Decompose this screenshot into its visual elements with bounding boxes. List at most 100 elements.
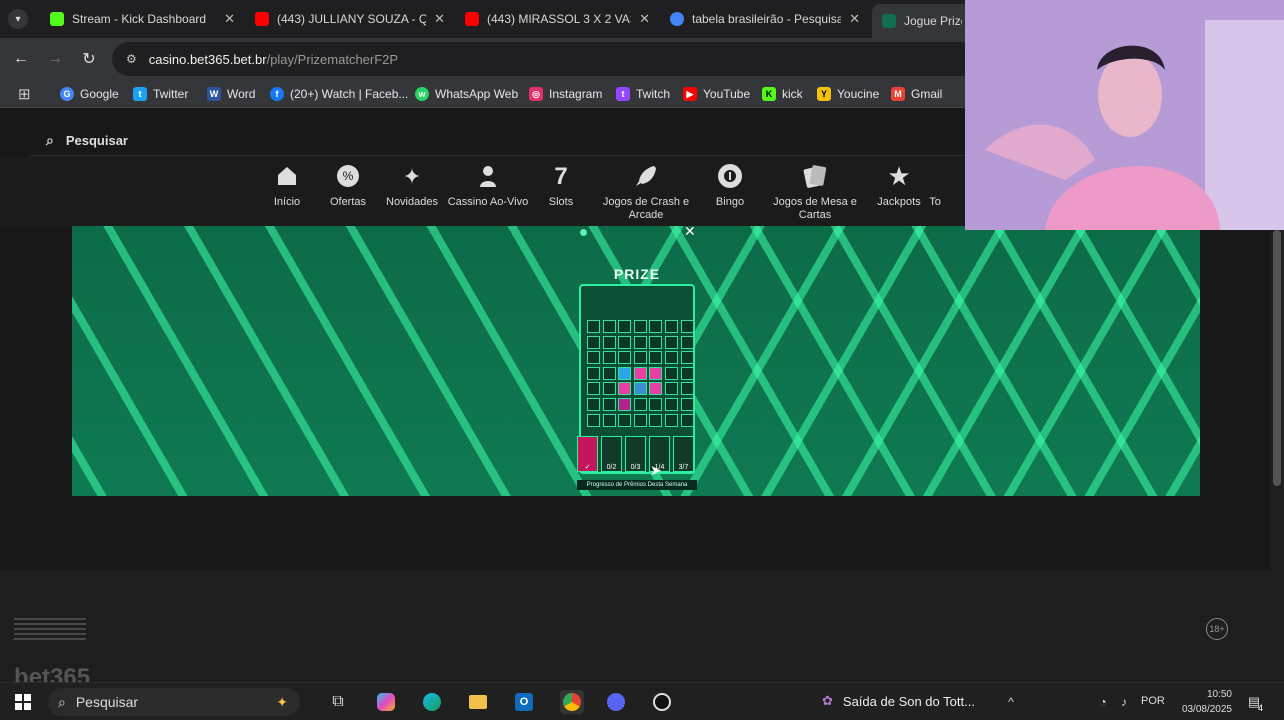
site-info-icon[interactable]: ⚙ [126,52,137,66]
bookmark-gmail[interactable]: M Gmail [891,85,942,103]
grid-cell[interactable] [680,320,694,333]
obs-icon[interactable] [652,692,672,712]
grid-cell[interactable] [664,320,678,333]
close-icon[interactable]: ✕ [849,11,860,27]
grid-cell[interactable] [680,413,694,427]
bookmark-youtube[interactable]: ▶ YouTube [683,85,750,103]
grid-cell[interactable] [602,335,616,349]
language-indicator[interactable]: POR [1141,695,1165,707]
media-now-playing[interactable]: ✿ Saída de Son do Tott... [822,693,975,709]
grid-cell[interactable] [649,366,663,380]
task-view-icon[interactable]: ⧉ [328,692,348,712]
grid-cell[interactable] [633,413,647,427]
grid-cell[interactable] [602,366,616,380]
bookmark-word[interactable]: W Word [207,85,255,103]
nav-slots[interactable]: 7 Slots [516,162,606,209]
grid-cell[interactable] [664,382,678,396]
close-icon[interactable]: ✕ [224,11,235,27]
grid-cell[interactable] [633,320,647,333]
grid-cell[interactable] [633,366,647,380]
clock[interactable]: 10:50 03/08/2025 [1172,687,1232,717]
tab-prize-matcher[interactable]: Jogue Prize M [872,4,972,38]
bookmark-twitch[interactable]: t Twitch [616,85,670,103]
grid-cell[interactable] [633,397,647,411]
apps-grid-icon[interactable]: ⊞ [18,85,31,103]
grid-cell[interactable] [587,366,600,380]
grid-cell[interactable] [587,413,600,427]
grid-cell[interactable] [649,382,663,396]
grid-cell[interactable] [649,320,663,333]
grid-cell[interactable] [602,382,616,396]
chevron-up-icon[interactable]: ^ [1001,692,1021,712]
grid-cell[interactable] [649,335,663,349]
grid-cell[interactable] [664,351,678,365]
site-search[interactable]: ⌕ Pesquisar [30,126,990,156]
grid-cell[interactable] [618,335,632,349]
edge-icon[interactable] [422,692,442,712]
windows-start-icon[interactable] [13,692,33,712]
nav-mesa-cartas[interactable]: Jogos de Mesa e Cartas [770,162,860,222]
grid-cell[interactable] [618,351,632,365]
grid-cells[interactable] [587,320,694,427]
grid-cell[interactable] [618,366,632,380]
grid-cell[interactable] [680,335,694,349]
bookmark-kick[interactable]: Kkick [762,85,803,103]
outlook-icon[interactable]: O [514,692,534,712]
bookmark-google[interactable]: G Google [60,85,119,103]
bookmark-whatsapp[interactable]: w WhatsApp Web [415,85,518,103]
tab-search-dropdown[interactable]: ▾ [8,9,28,29]
grid-cell[interactable] [633,351,647,365]
grid-cell[interactable] [664,335,678,349]
grid-cell[interactable] [633,382,647,396]
grid-cell[interactable] [664,397,678,411]
grid-cell[interactable] [602,351,616,365]
grid-cell[interactable] [587,351,600,365]
nav-bingo[interactable]: Bingo [685,162,775,209]
grid-cell[interactable] [618,320,632,333]
address-bar[interactable]: ⚙ casino.bet365.bet.br/play/Prizematcher… [112,42,1012,76]
grid-cell[interactable] [680,397,694,411]
bookmark-facebook[interactable]: f (20+) Watch | Faceb... [270,85,408,103]
grid-cell[interactable] [587,335,600,349]
grid-cell[interactable] [664,413,678,427]
tab-youtube-julliany[interactable]: (443) JULLIANY SOUZA - QU ✕ [245,6,455,32]
grid-cell[interactable] [587,397,600,411]
forward-icon[interactable]: → [44,48,66,70]
bookmark-twitter[interactable]: t Twitter [133,85,188,103]
close-icon[interactable]: ✕ [684,226,696,240]
back-icon[interactable]: ← [10,48,32,70]
tab-google-search[interactable]: tabela brasileirão - Pesquisa ✕ [660,6,870,32]
tab-youtube-mirassol[interactable]: (443) MIRASSOL 3 X 2 VASC ✕ [455,6,660,32]
grid-cell[interactable] [649,351,663,365]
chrome-icon[interactable] [560,690,584,714]
network-icon[interactable]: ◔ [1093,692,1113,712]
bookmark-youcine[interactable]: Y Youcine [817,85,879,103]
scroll-thumb[interactable] [1273,230,1281,486]
bookmark-instagram[interactable]: ◎ Instagram [529,85,602,103]
discord-icon[interactable] [606,692,626,712]
nav-crash-arcade[interactable]: Jogos de Crash e Arcade [601,162,691,222]
tab-kick-dashboard[interactable]: Stream - Kick Dashboard ✕ [40,6,245,32]
grid-cell[interactable] [587,320,600,333]
grid-cell[interactable] [602,320,616,333]
volume-icon[interactable]: ♪ [1114,692,1134,712]
close-icon[interactable]: ✕ [434,11,445,27]
grid-cell[interactable] [649,413,663,427]
grid-cell[interactable] [618,413,632,427]
grid-cell[interactable] [664,366,678,380]
close-icon[interactable]: ✕ [639,11,650,27]
grid-cell[interactable] [649,397,663,411]
grid-cell[interactable] [680,366,694,380]
prize-matcher-game[interactable]: ✕ PRIZE MATCHER ✓ 0/2 0/3 1/4 3/7 Progre… [72,226,1200,496]
taskbar-search[interactable]: ⌕ Pesquisar ✦ [48,688,300,716]
copilot-icon[interactable] [376,692,396,712]
reload-icon[interactable]: ↻ [78,48,100,70]
grid-cell[interactable] [633,335,647,349]
grid-cell[interactable] [680,351,694,365]
grid-cell[interactable] [618,397,632,411]
prize-matcher-card[interactable]: PRIZE MATCHER ✓ 0/2 0/3 1/4 3/7 Progress… [577,266,697,491]
grid-cell[interactable] [618,382,632,396]
grid-cell[interactable] [602,413,616,427]
file-explorer-icon[interactable] [468,692,488,712]
grid-cell[interactable] [680,382,694,396]
